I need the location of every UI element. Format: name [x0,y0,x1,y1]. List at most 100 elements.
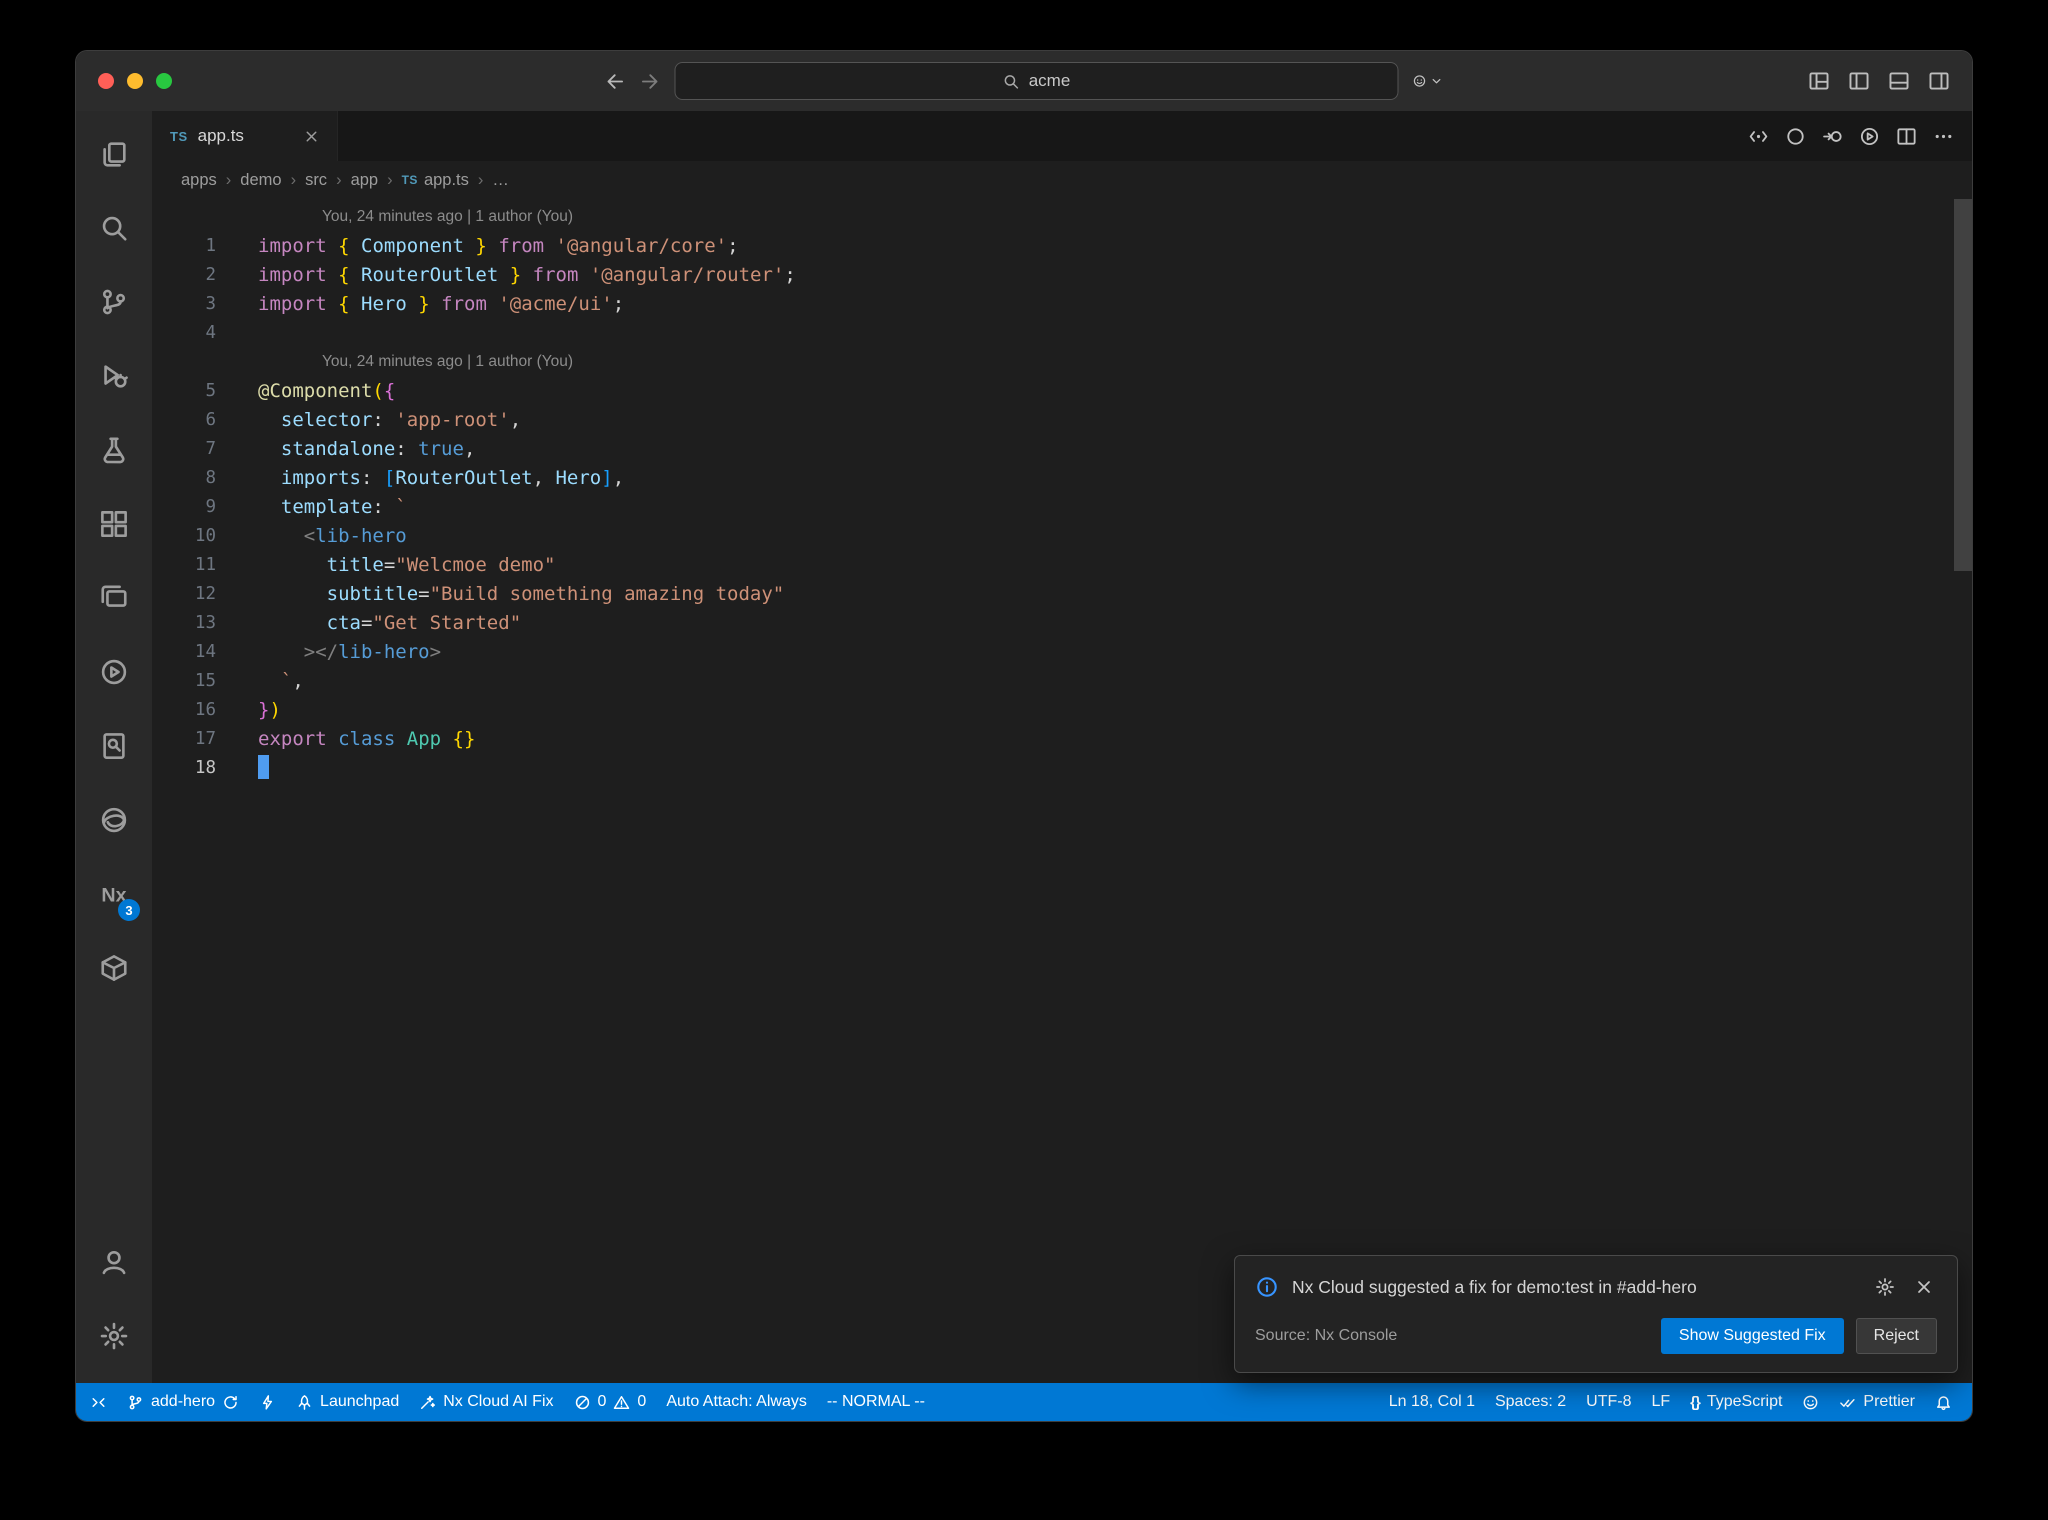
play-circle-icon [1860,127,1879,145]
code-line[interactable]: 11 title="Welcmoe demo" [152,550,1972,579]
chevron-down-icon [1432,78,1441,84]
line-number: 11 [194,554,216,575]
source-control-icon [102,289,126,315]
window-close-button[interactable] [98,73,114,89]
code-line[interactable]: 9 template: ` [152,492,1972,521]
panel-right-icon [1929,72,1949,90]
breadcrumb-item[interactable]: … [492,171,509,190]
activitybar-item-testing[interactable] [76,413,152,487]
activitybar-item-manage[interactable] [76,1299,152,1373]
status-indentation[interactable]: Spaces: 2 [1485,1383,1576,1421]
activitybar-item-accounts[interactable] [76,1225,152,1299]
breadcrumb-item[interactable]: app [351,171,379,190]
activitybar-item-run-targets[interactable] [76,635,152,709]
nav-forward-button[interactable] [640,71,661,92]
code-line[interactable]: 3 import { Hero } from '@acme/ui'; [152,289,1972,318]
window-minimize-button[interactable] [127,73,143,89]
split-editor-button[interactable] [1892,122,1921,151]
tab-app-ts[interactable]: TS app.ts [152,111,338,161]
git-blame-annotation[interactable]: You, 24 minutes ago | 1 author (You) [152,202,1972,231]
code-line[interactable]: 4 [152,318,1972,347]
notification-settings-icon[interactable] [1872,1274,1898,1300]
reject-button[interactable]: Reject [1855,1318,1937,1354]
chevron-right-icon: › [336,170,342,189]
status-auto-attach[interactable]: Auto Attach: Always [656,1383,817,1421]
tab-label: app.ts [197,126,244,145]
status-git-branch[interactable]: add-hero [117,1383,249,1421]
breadcrumb-item[interactable]: demo [240,171,281,190]
editor-group: TS app.ts apps › demo › src › app › TS app.ts ›… Y… [152,111,1972,1383]
command-center-search[interactable]: acme [674,62,1399,100]
status-launchpad[interactable]: Launchpad [286,1383,409,1421]
toggle-secondary-sidebar-button[interactable] [1924,66,1954,96]
source-action-button[interactable] [1781,122,1810,151]
nav-back-button[interactable] [605,71,626,92]
more-actions-button[interactable] [1929,122,1958,151]
status-feedback[interactable] [1792,1383,1829,1421]
toggle-primary-sidebar-button[interactable] [1844,66,1874,96]
status-remote-indicator[interactable] [80,1383,117,1421]
code-line[interactable]: 13 cta="Get Started" [152,608,1972,637]
circle-icon [1787,127,1804,145]
code-line[interactable]: 12 subtitle="Build something amazing tod… [152,579,1972,608]
go-to-file-button[interactable] [1818,122,1847,151]
git-blame-annotation[interactable]: You, 24 minutes ago | 1 author (You) [152,347,1972,376]
status-gitlens[interactable] [249,1383,286,1421]
activitybar-item-dependencies[interactable] [76,931,152,1005]
status-problems[interactable]: 00 [564,1383,657,1421]
code-line[interactable]: 14 ></lib-hero> [152,637,1972,666]
copilot-menu[interactable] [1413,74,1444,88]
notification-close-icon[interactable] [1911,1274,1937,1300]
status-notifications-bell[interactable] [1925,1383,1962,1421]
activitybar-item-explorer[interactable] [76,117,152,191]
activitybar-item-nx-console[interactable]: Nx 3 [76,857,152,931]
status-cursor-position[interactable]: Ln 18, Col 1 [1379,1383,1485,1421]
customize-layout-button[interactable] [1804,66,1834,96]
code-line[interactable]: 18 [152,753,1972,782]
line-number: 7 [205,438,216,459]
code-line[interactable]: 2 import { RouterOutlet } from '@angular/… [152,260,1972,289]
code-line[interactable]: 1 import { Component } from '@angular/cor… [152,231,1972,260]
open-changes-button[interactable] [1744,122,1773,151]
code-line[interactable]: 5 @Component({ [152,376,1972,405]
editor-scrollbar[interactable] [1954,199,1972,571]
chevron-right-icon: › [387,170,393,189]
breadcrumb-item[interactable]: apps [181,171,217,190]
panel-left-icon [1849,72,1869,90]
activitybar-item-search[interactable] [76,191,152,265]
code-editor[interactable]: You, 24 minutes ago | 1 author (You) 1 imp… [152,199,1972,1383]
breadcrumb-item[interactable]: TS app.ts [402,171,469,190]
status-encoding[interactable]: UTF-8 [1576,1383,1641,1421]
toggle-panel-button[interactable] [1884,66,1914,96]
code-line[interactable]: 6 selector: 'app-root', [152,405,1972,434]
window-zoom-button[interactable] [156,73,172,89]
show-suggested-fix-button[interactable]: Show Suggested Fix [1660,1318,1844,1354]
activitybar-item-source-control[interactable] [76,265,152,339]
status-bar: add-hero Launchpad Nx Cloud AI Fix 0 0 Auto A… [76,1383,1972,1421]
tab-close-icon[interactable] [300,125,323,148]
breadcrumb-item[interactable]: src [305,171,327,190]
activitybar-item-extensions[interactable] [76,487,152,561]
code-line[interactable]: 16}) [152,695,1972,724]
code-line[interactable]: 17 export class App {} [152,724,1972,753]
activitybar-item-run-and-debug[interactable] [76,339,152,413]
status-nx-cloud-ai-fix[interactable]: Nx Cloud AI Fix [409,1383,563,1421]
editor-cursor [258,754,269,779]
workbench: Nx 3 TS app.ts apps › demo › src › app › TS app.ts… [76,111,1972,1383]
panel-bottom-icon [1889,72,1909,90]
code-line[interactable]: 7 standalone: true, [152,434,1972,463]
notification-source: Source: Nx Console [1255,1327,1398,1344]
code-line[interactable]: 10 <lib-hero [152,521,1972,550]
activity-bar: Nx 3 [76,111,152,1383]
run-file-button[interactable] [1855,122,1884,151]
activitybar-item-search-editor[interactable] [76,709,152,783]
layout-grid-icon [1809,72,1829,90]
status-eol[interactable]: LF [1641,1383,1680,1421]
code-line[interactable]: 15 `, [152,666,1972,695]
activitybar-item-edge-devtools[interactable] [76,783,152,857]
status-prettier[interactable]: Prettier [1829,1383,1925,1421]
status-language-mode[interactable]: {} TypeScript [1680,1383,1792,1421]
activitybar-item-remote-explorer[interactable] [76,561,152,635]
status-vim-mode[interactable]: -- NORMAL -- [817,1383,935,1421]
code-line[interactable]: 8 imports: [RouterOutlet, Hero], [152,463,1972,492]
